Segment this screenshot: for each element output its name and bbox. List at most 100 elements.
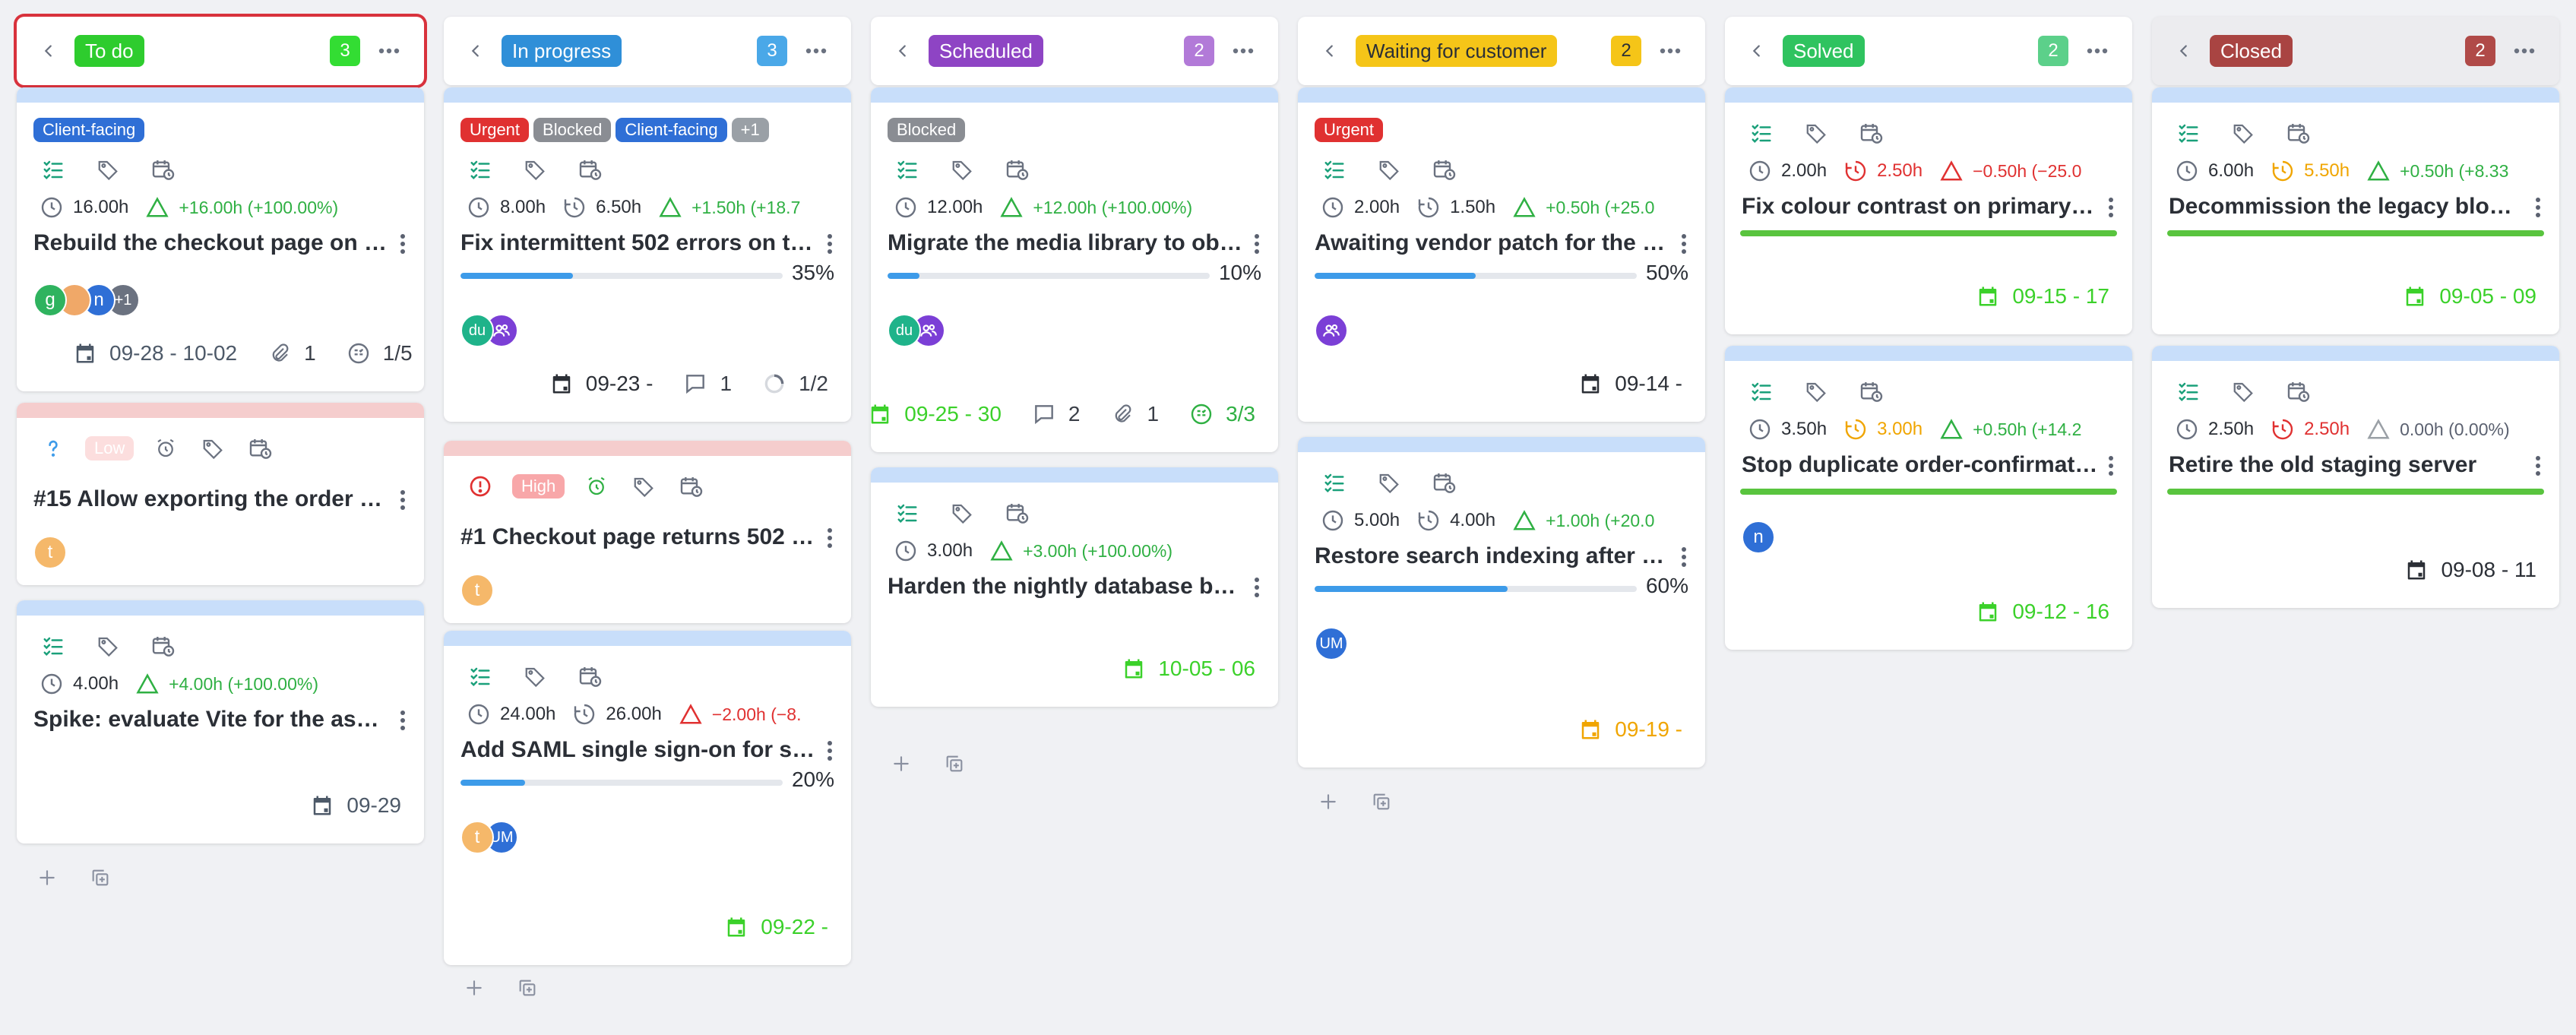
assignee-avatars[interactable] bbox=[1315, 314, 1348, 347]
assignee-avatars[interactable]: g n +1 bbox=[33, 283, 140, 317]
add-card-icon[interactable] bbox=[1313, 787, 1343, 817]
card-title[interactable]: Add SAML single sign-on for staf… bbox=[460, 737, 818, 763]
card-menu-button[interactable] bbox=[395, 229, 410, 259]
card-menu-button[interactable] bbox=[2103, 192, 2119, 223]
task-card[interactable]: 2.50h 2.50h 0.00h (0.00%) Retire the old st… bbox=[2152, 346, 2559, 608]
card-menu-button[interactable] bbox=[822, 523, 837, 553]
assignee-avatars[interactable]: t bbox=[460, 574, 494, 607]
card-title[interactable]: #1 Checkout page returns 502 d… bbox=[460, 524, 818, 550]
column-menu-button[interactable] bbox=[799, 36, 833, 66]
task-card[interactable]: Client-facing 16.00h +16.00h (+100.00%) Reb… bbox=[17, 87, 424, 391]
card-menu-button[interactable] bbox=[2103, 451, 2119, 481]
due-date-value: 10-05 - 06 bbox=[1158, 657, 1255, 680]
due-date[interactable]: 09-19 - bbox=[1575, 714, 1682, 745]
task-card[interactable]: Low #15 Allow exporting the order hi… t bbox=[17, 403, 424, 585]
avatar: g bbox=[33, 283, 67, 317]
subtasks-count[interactable]: 1/5 bbox=[343, 338, 413, 369]
card-menu-button[interactable] bbox=[2530, 192, 2546, 223]
task-card[interactable]: 2.00h 2.50h −0.50h (−25.0 Fix colour contra… bbox=[1725, 87, 2132, 334]
task-card[interactable]: 4.00h +4.00h (+100.00%) Spike: evaluate Vi… bbox=[17, 600, 424, 844]
due-date[interactable]: 09-28 - 10-02 bbox=[70, 338, 237, 369]
column-menu-button[interactable] bbox=[2081, 36, 2114, 66]
collapse-column-button[interactable] bbox=[2169, 36, 2199, 66]
tag-icon bbox=[520, 661, 550, 692]
add-from-template-icon[interactable] bbox=[1366, 787, 1397, 817]
attachments-count[interactable]: 1 bbox=[264, 338, 316, 369]
due-date[interactable]: 10-05 - 06 bbox=[1119, 654, 1255, 684]
card-menu-button[interactable] bbox=[822, 736, 837, 766]
card-title[interactable]: Migrate the media library to obj… bbox=[888, 230, 1245, 256]
add-card-icon[interactable] bbox=[32, 862, 62, 893]
card-title[interactable]: Rebuild the checkout page on th… bbox=[33, 230, 391, 256]
assignee-avatars[interactable]: t UM bbox=[460, 821, 518, 854]
card-menu-button[interactable] bbox=[1676, 229, 1691, 259]
card-title[interactable]: Decommission the legacy blog a… bbox=[2169, 194, 2526, 220]
column-menu-button[interactable] bbox=[2508, 36, 2541, 66]
column-todo: To do 3 Client-facing 16.00h +16.00h (+100.0… bbox=[17, 17, 424, 886]
task-card[interactable]: Urgent Blocked Client-facing +1 8.00h 6.50h +1… bbox=[444, 87, 851, 422]
task-card[interactable]: 5.00h 4.00h +1.00h (+20.0 Restore search in… bbox=[1298, 437, 1705, 768]
column-menu-button[interactable] bbox=[1654, 36, 1687, 66]
card-title[interactable]: Harden the nightly database bac… bbox=[888, 574, 1245, 600]
card-menu-button[interactable] bbox=[2530, 451, 2546, 481]
column-menu-button[interactable] bbox=[372, 36, 406, 66]
task-card[interactable]: 24.00h 26.00h −2.00h (−8. Add SAML single s… bbox=[444, 631, 851, 965]
card-menu-button[interactable] bbox=[1676, 542, 1691, 572]
due-date[interactable]: 09-15 - 17 bbox=[1973, 281, 2109, 312]
card-title[interactable]: Stop duplicate order-confirmati… bbox=[1742, 452, 2099, 478]
add-from-template-icon[interactable] bbox=[512, 973, 543, 1003]
column-menu-button[interactable] bbox=[1226, 36, 1260, 66]
assignee-avatars[interactable]: t bbox=[33, 536, 67, 569]
comments-count[interactable]: 2 bbox=[1029, 399, 1080, 429]
subtasks-count[interactable]: 1/2 bbox=[759, 369, 828, 399]
collapse-column-button[interactable] bbox=[1742, 36, 1772, 66]
task-card[interactable]: Blocked 12.00h +12.00h (+100.00%) Migrate t… bbox=[871, 87, 1278, 452]
task-card[interactable]: 3.50h 3.00h +0.50h (+14.2 Stop duplicate or… bbox=[1725, 346, 2132, 650]
attachments-count[interactable]: 1 bbox=[1107, 399, 1159, 429]
add-card-icon[interactable] bbox=[459, 973, 489, 1003]
card-menu-button[interactable] bbox=[1249, 572, 1264, 603]
comments-count[interactable]: 1 bbox=[680, 369, 732, 399]
due-date[interactable]: 09-12 - 16 bbox=[1973, 597, 2109, 627]
card-menu-button[interactable] bbox=[822, 229, 837, 259]
task-card[interactable]: Urgent 2.00h 1.50h +0.50h (+25.0 Awaiting ve… bbox=[1298, 87, 1705, 422]
card-title[interactable]: Spike: evaluate Vite for the asset… bbox=[33, 707, 391, 733]
task-card[interactable]: 3.00h +3.00h (+100.00%) Harden the nightly… bbox=[871, 467, 1278, 707]
assignee-avatars[interactable]: du bbox=[888, 314, 945, 347]
card-title[interactable]: Restore search indexing after th… bbox=[1315, 543, 1672, 569]
due-date[interactable]: 09-05 - 09 bbox=[2400, 281, 2536, 312]
add-from-template-icon[interactable] bbox=[85, 862, 116, 893]
priority-badge[interactable]: High bbox=[512, 474, 565, 499]
collapse-column-button[interactable] bbox=[1315, 36, 1345, 66]
collapse-column-button[interactable] bbox=[888, 36, 918, 66]
due-date[interactable]: 09-29 bbox=[307, 790, 401, 821]
card-title[interactable]: Retire the old staging server bbox=[2169, 452, 2526, 478]
estimate-value: 2.00h bbox=[1354, 197, 1400, 217]
priority-badge[interactable]: Low bbox=[85, 436, 134, 461]
assignee-avatars[interactable]: n bbox=[1742, 521, 1775, 554]
card-title[interactable]: Fix intermittent 502 errors on th… bbox=[460, 230, 818, 256]
task-card[interactable]: 6.00h 5.50h +0.50h (+8.33 Decommission the … bbox=[2152, 87, 2559, 334]
add-from-template-icon[interactable] bbox=[939, 749, 970, 779]
collapse-column-button[interactable] bbox=[460, 36, 491, 66]
subtasks-icon bbox=[1186, 399, 1217, 429]
card-menu-button[interactable] bbox=[395, 705, 410, 736]
card-title[interactable]: #15 Allow exporting the order hi… bbox=[33, 486, 391, 512]
due-date[interactable]: 09-14 - bbox=[1575, 369, 1682, 399]
card-menu-button[interactable] bbox=[1249, 229, 1264, 259]
collapse-column-button[interactable] bbox=[33, 36, 64, 66]
due-date[interactable]: 09-23 - bbox=[546, 369, 653, 399]
due-date[interactable]: 09-22 - bbox=[721, 912, 828, 942]
add-card-icon[interactable] bbox=[886, 749, 916, 779]
assignee-avatars[interactable]: UM bbox=[1315, 627, 1348, 660]
card-menu-button[interactable] bbox=[395, 485, 410, 515]
card-title[interactable]: Fix colour contrast on primary b… bbox=[1742, 194, 2099, 220]
column-title: Scheduled bbox=[929, 35, 1043, 67]
card-title[interactable]: Awaiting vendor patch for the p… bbox=[1315, 230, 1672, 256]
due-date[interactable]: 09-25 - 30 bbox=[871, 399, 1002, 429]
due-date[interactable]: 09-08 - 11 bbox=[2401, 555, 2536, 585]
assignee-avatars[interactable]: du bbox=[460, 314, 518, 347]
calendar-icon bbox=[1575, 369, 1606, 399]
task-card[interactable]: High #1 Checkout page returns 502 d… t bbox=[444, 441, 851, 623]
subtasks-count[interactable]: 3/3 bbox=[1186, 399, 1255, 429]
